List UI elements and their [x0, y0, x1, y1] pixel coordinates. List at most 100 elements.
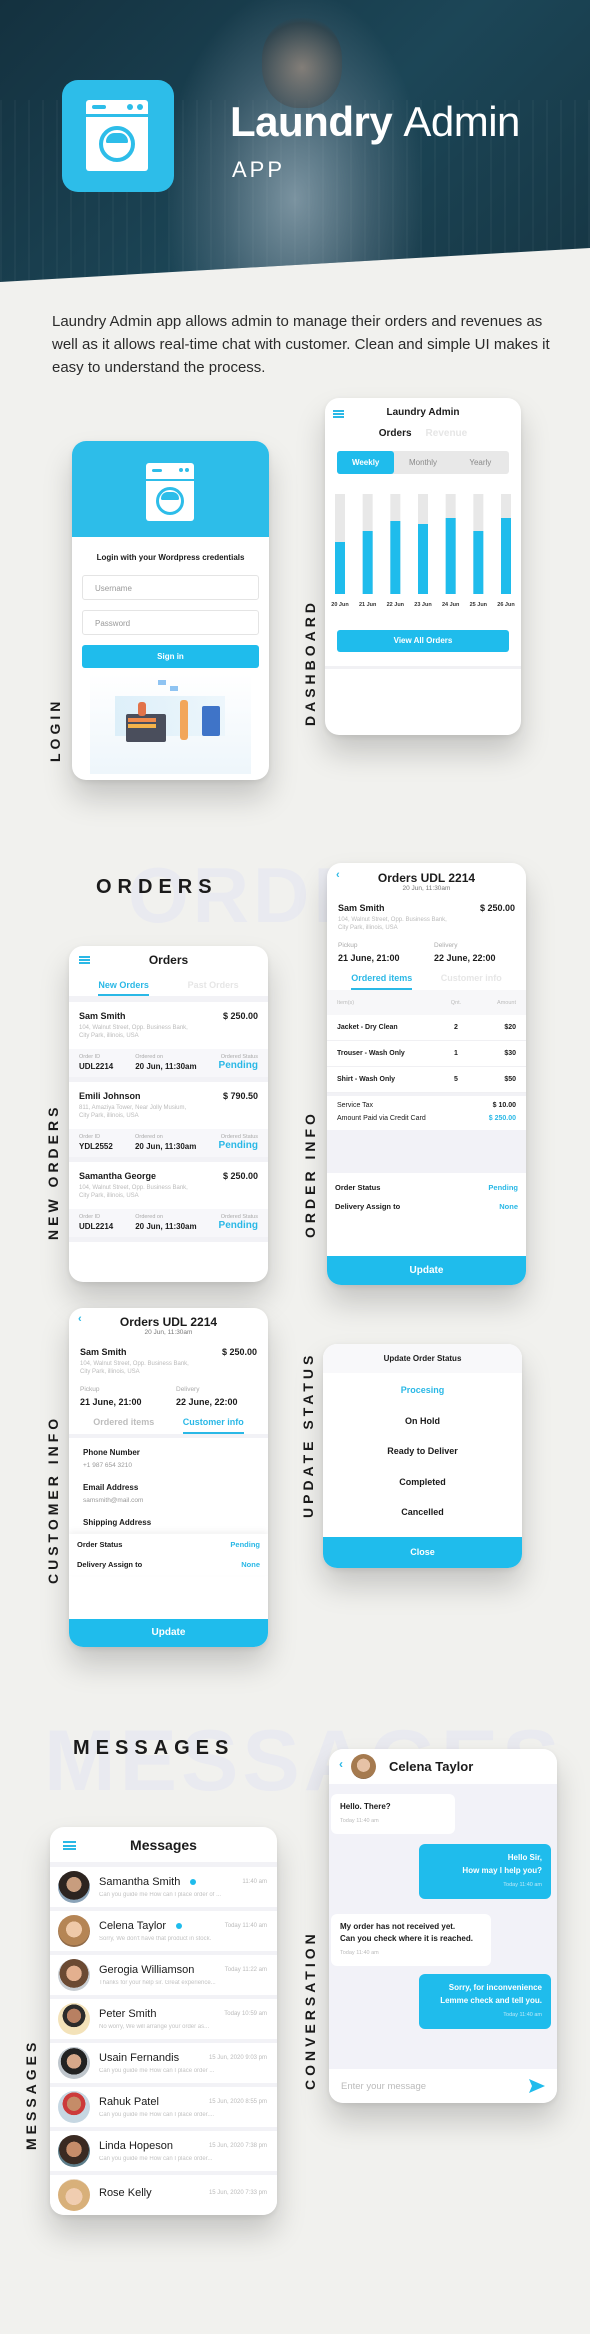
order-address-2: City Park, illinois, USA	[79, 1113, 139, 1119]
status-option-procesing[interactable]: Procesing	[323, 1375, 522, 1406]
section-label-conversation: CONVERSATION	[302, 1930, 318, 2090]
order-address-1: 811, Amaziya Tower, Near Jolly Musium,	[79, 1105, 187, 1111]
pickup-time: 21 June, 21:00	[80, 1397, 142, 1407]
message-time: 11:40 am	[242, 1879, 267, 1885]
order-status-value[interactable]: Pending	[488, 1183, 518, 1192]
bar-20-jun[interactable]	[335, 542, 345, 594]
message-preview: No worry, We will arrange your order as.…	[99, 2024, 210, 2030]
status-option-on-hold[interactable]: On Hold	[323, 1406, 522, 1437]
sign-in-button[interactable]: Sign in	[82, 645, 259, 668]
intro-text: Laundry Admin app allows admin to manage…	[52, 313, 550, 376]
message-list-item[interactable]: Gerogia Williamson Today 11:22 am Thanks…	[50, 1955, 277, 1999]
item-name: Shirt - Wash Only	[337, 1076, 396, 1083]
order-amount: $ 250.00	[479, 903, 515, 913]
unread-dot-icon	[176, 1923, 183, 1929]
incoming-message: Hello. There? Today 11:40 am	[331, 1794, 455, 1834]
tab-ordered-items[interactable]: Ordered items	[351, 973, 413, 990]
message-line: Hello. There?	[340, 1802, 391, 1811]
delivery-assign-label: Delivery Assign to	[77, 1560, 143, 1569]
bar-22-jun[interactable]	[390, 521, 401, 594]
bar-25-jun[interactable]	[473, 531, 484, 594]
view-all-orders-button[interactable]: View All Orders	[337, 630, 509, 652]
contact-name: Peter Smith	[99, 2008, 157, 2020]
order-status-label: Order Status	[77, 1540, 123, 1549]
bar-26-jun[interactable]	[501, 518, 511, 594]
status-option-ready-to-deliver[interactable]: Ready to Deliver	[323, 1436, 522, 1467]
x-tick-label: 26 Jun	[497, 602, 515, 608]
item-amount: $50	[504, 1076, 516, 1083]
delivery-assign-value[interactable]: None	[499, 1202, 518, 1211]
status-option-cancelled[interactable]: Cancelled	[323, 1497, 522, 1528]
order-amount: $ 250.00	[222, 1171, 258, 1181]
order-id: YDL2552	[79, 1142, 113, 1151]
tab-past-orders[interactable]: Past Orders	[188, 980, 239, 996]
outgoing-message: Hello Sir, How may I help you? Today 11:40…	[419, 1844, 551, 1899]
period-monthly[interactable]: Monthly	[394, 451, 451, 474]
chat-area: Hello. There? Today 11:40 am Hello Sir, How…	[329, 1784, 557, 2069]
back-icon[interactable]: ‹	[339, 1757, 343, 1771]
message-line: Hello Sir,	[507, 1853, 542, 1862]
item-amount: $20	[504, 1024, 516, 1031]
avatar	[58, 2091, 90, 2123]
incoming-message: My order has not received yet. Can you ch…	[331, 1914, 491, 1966]
update-button[interactable]: Update	[69, 1619, 268, 1647]
amount-paid-value: $ 250.00	[488, 1115, 516, 1122]
item-amount: $30	[504, 1050, 516, 1057]
dashboard-header: Laundry Admin	[325, 398, 521, 426]
contact-name: Celena Taylor	[99, 1920, 167, 1932]
dashboard-tabs: Orders Revenue	[325, 428, 521, 439]
message-list-item[interactable]: Celena Taylor Today 11:40 am Sorry, We d…	[50, 1911, 277, 1955]
tab-customer-info[interactable]: Customer info	[441, 973, 502, 990]
order-status: Pending	[218, 1220, 258, 1231]
update-button[interactable]: Update	[327, 1256, 526, 1285]
hero-person-head	[262, 18, 342, 108]
ordered-on: 20 Jun, 11:30am	[135, 1222, 197, 1231]
tab-ordered-items[interactable]: Ordered items	[93, 1417, 154, 1434]
delivery-assign-value[interactable]: None	[241, 1560, 260, 1569]
email-label: Email Address	[83, 1483, 139, 1492]
contact-name: Gerogia Williamson	[99, 1964, 195, 1976]
update-status-dialog: Update Order Status Procesing On Hold Read…	[323, 1344, 522, 1568]
message-list-item[interactable]: Usain Fernandis 15 Jun, 2020 9:03 pm Can…	[50, 2043, 277, 2087]
period-weekly[interactable]: Weekly	[337, 451, 395, 474]
tab-revenue[interactable]: Revenue	[426, 428, 468, 439]
phone-value: +1 987 654 3210	[83, 1462, 132, 1469]
messages-header: Messages	[50, 1827, 277, 1867]
message-list-item[interactable]: Samantha Smith 11:40 am Can you guide me…	[50, 1867, 277, 1911]
orders-list: $ 250.00 Sam Smith 104, Walnut Street, O…	[69, 1002, 268, 1242]
customer-name: Sam Smith	[338, 903, 385, 913]
message-list-item[interactable]: Rose Kelly 15 Jun, 2020 7:33 pm	[50, 2175, 277, 2215]
order-card[interactable]: $ 250.00 Samantha George 104, Walnut Str…	[69, 1162, 268, 1242]
bar-24-jun[interactable]	[445, 518, 456, 594]
col-qty: Qnt.	[450, 999, 462, 1006]
period-yearly[interactable]: Yearly	[452, 451, 509, 474]
bar-23-jun[interactable]	[418, 524, 428, 594]
divider	[325, 666, 521, 669]
message-list-item[interactable]: Peter Smith Today 10:59 am No worry, We …	[50, 1999, 277, 2043]
order-card[interactable]: $ 250.00 Sam Smith 104, Walnut Street, O…	[69, 1002, 268, 1082]
avatar	[58, 2135, 90, 2167]
tab-new-orders[interactable]: New Orders	[98, 980, 149, 996]
close-button[interactable]: Close	[323, 1537, 522, 1568]
message-list-item[interactable]: Rahuk Patel 15 Jun, 2020 8:55 pm Can you…	[50, 2087, 277, 2131]
period-selector: Weekly Monthly Yearly	[337, 451, 509, 474]
customer-name: Sam Smith	[80, 1347, 127, 1357]
tab-customer-info[interactable]: Customer info	[182, 1417, 244, 1434]
tab-orders[interactable]: Orders	[379, 428, 412, 439]
bar-21-jun[interactable]	[362, 531, 373, 594]
password-input[interactable]: Password	[82, 610, 259, 635]
send-icon[interactable]	[529, 2079, 545, 2093]
message-list-item[interactable]: Linda Hopeson 15 Jun, 2020 7:38 pm Can y…	[50, 2131, 277, 2175]
order-status-block: Order Status Pending Delivery Assign to No…	[69, 1534, 268, 1575]
message-input[interactable]: Enter your message	[341, 2081, 529, 2092]
address-line-2: City Park, illinois, USA	[80, 1369, 140, 1375]
status-option-completed[interactable]: Completed	[323, 1467, 522, 1498]
username-input[interactable]: Username	[82, 575, 259, 600]
order-status-value[interactable]: Pending	[230, 1540, 260, 1549]
order-amount: $ 250.00	[221, 1347, 257, 1357]
service-tax-value: $ 10.00	[492, 1102, 516, 1109]
avatar	[58, 1915, 90, 1947]
order-date: 20 Jun, 11:30am	[144, 1329, 193, 1336]
order-card[interactable]: $ 790.50 Emili Johnson 811, Amaziya Towe…	[69, 1082, 268, 1162]
ordered-on: 20 Jun, 11:30am	[135, 1062, 197, 1071]
